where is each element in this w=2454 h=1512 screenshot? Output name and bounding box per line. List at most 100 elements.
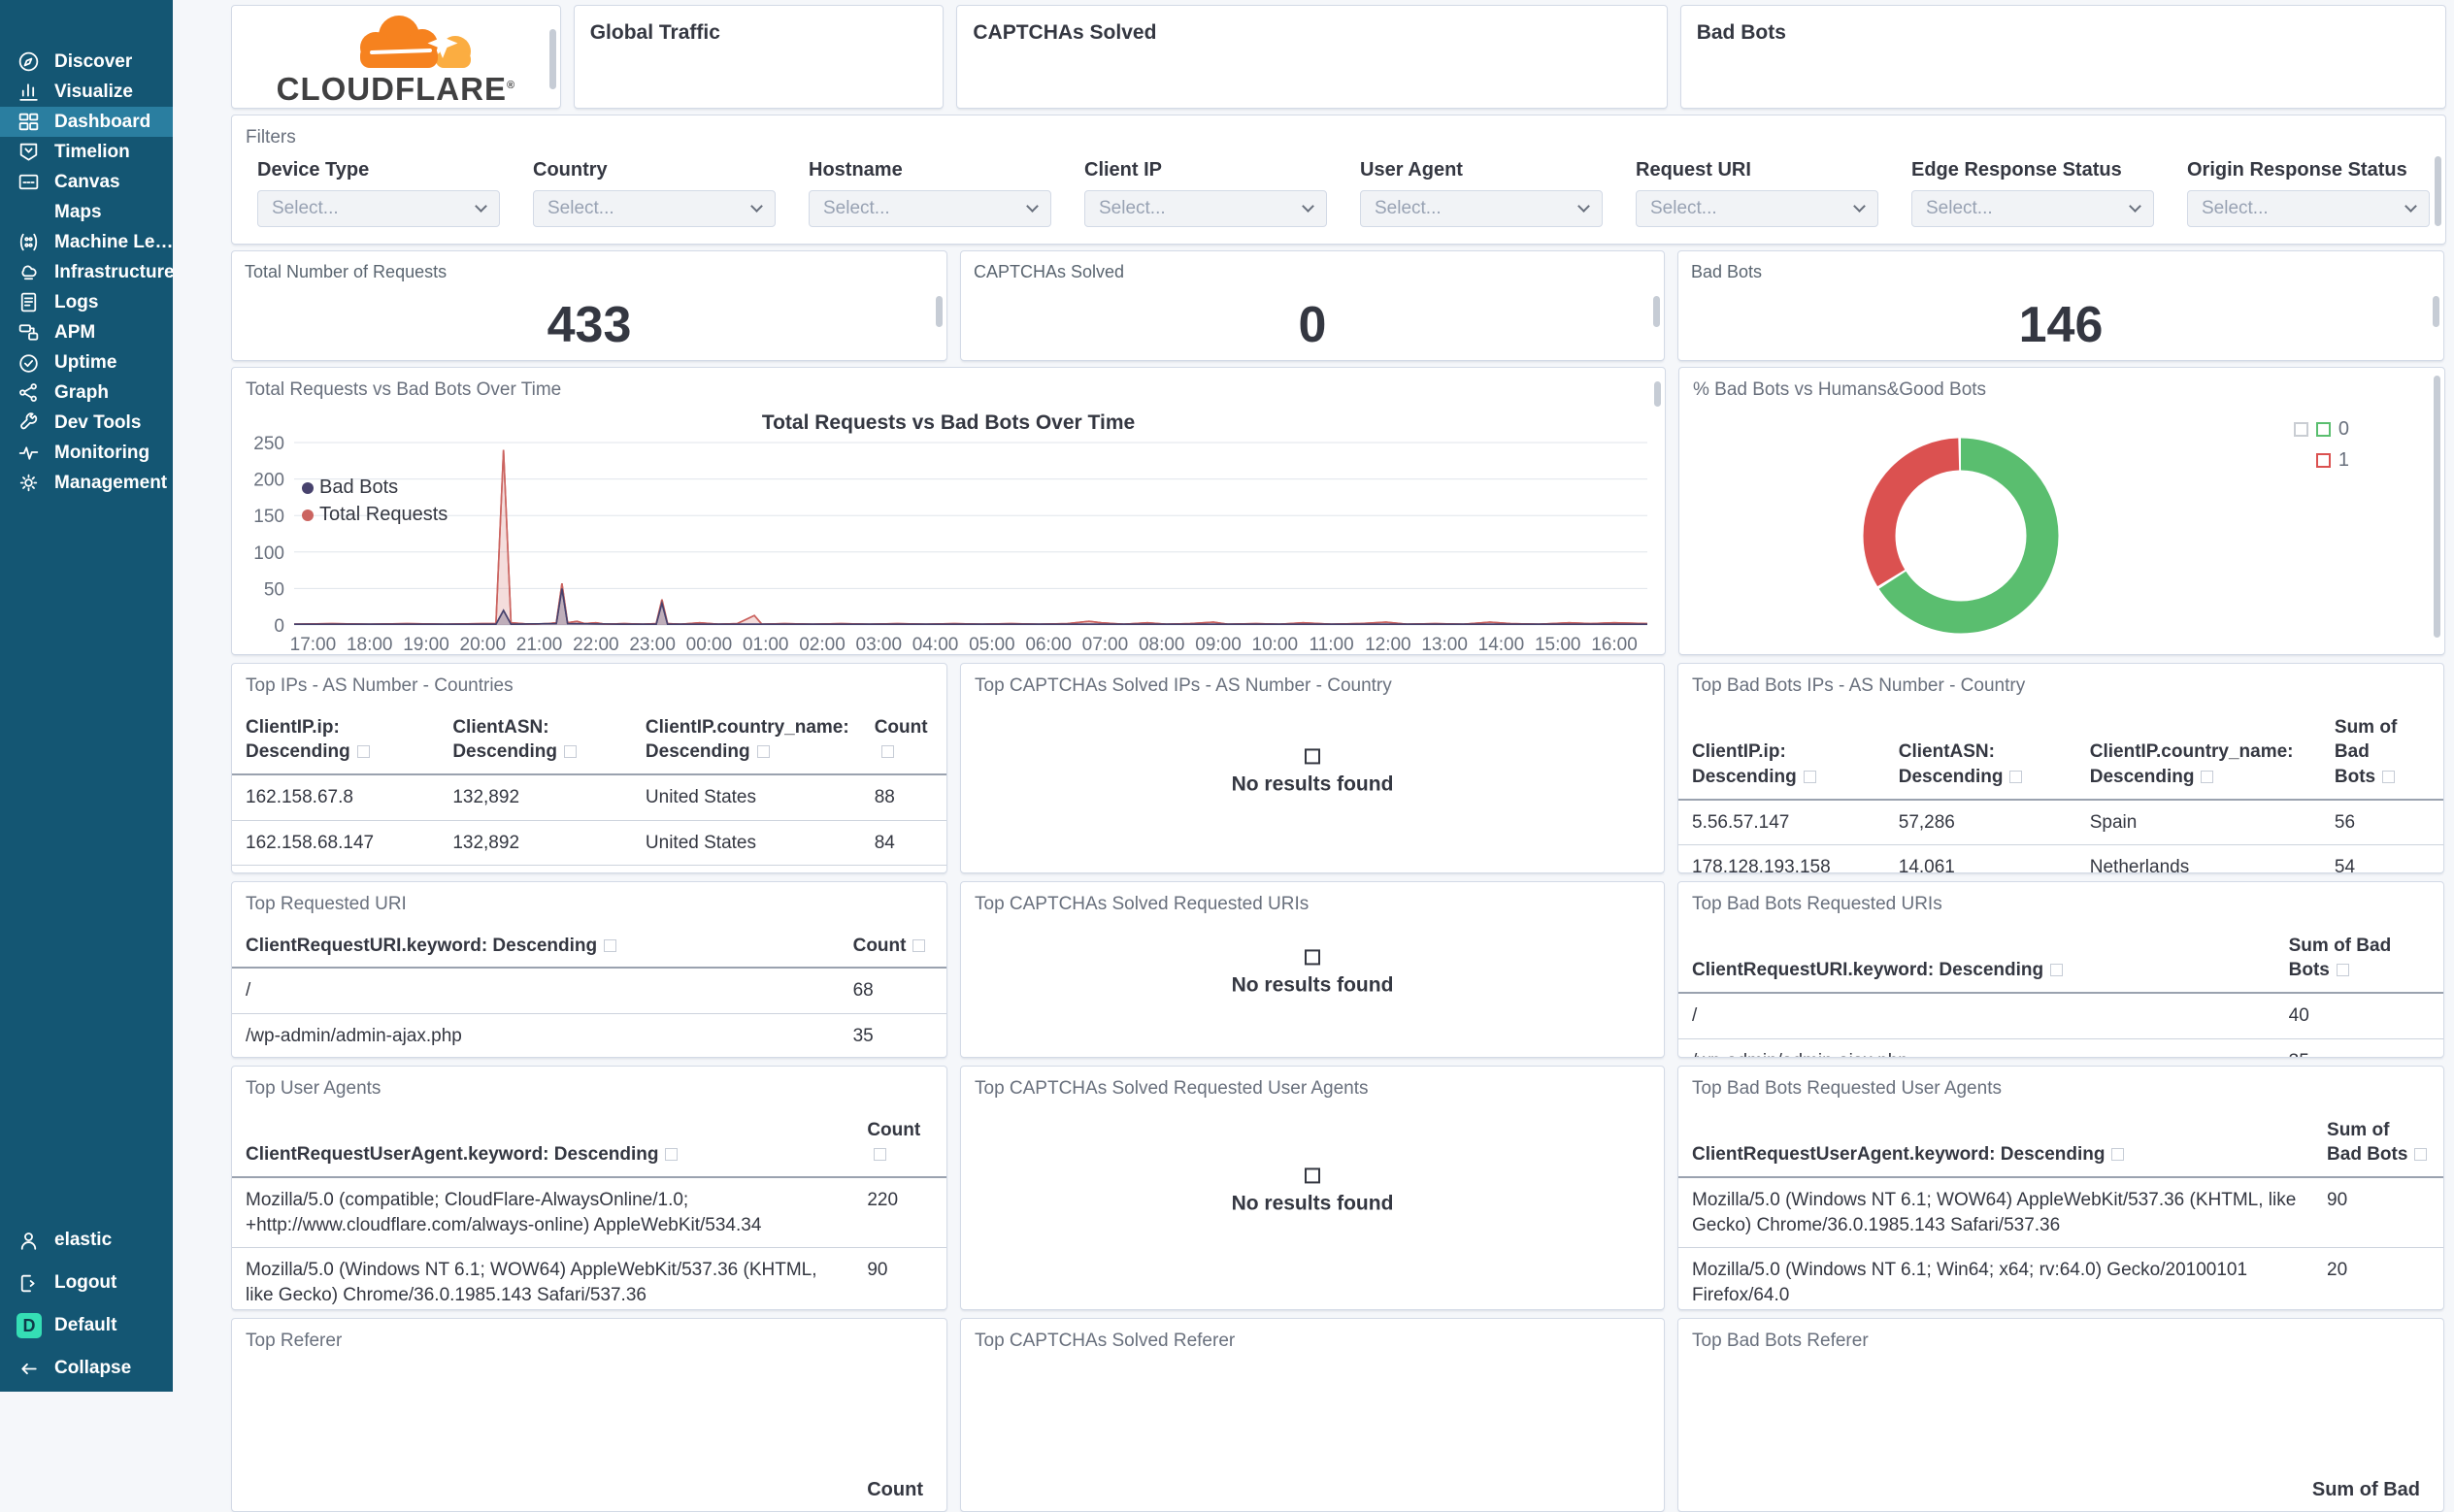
graph-icon [19,383,37,402]
column-header[interactable]: Count [853,1113,946,1179]
column-header[interactable]: ClientRequestURI.keyword: Descending [1678,929,2275,995]
scrollbar[interactable] [936,296,943,327]
metric-captchas-solved: CAPTCHAs Solved 0 [960,250,1665,361]
table-cell: / [232,968,840,1015]
column-header[interactable]: Count [839,929,946,970]
svg-text:07:00: 07:00 [1082,635,1129,655]
filter-client-ip-select[interactable]: Select... [1084,189,1327,227]
sidebar-item-dev-tools[interactable]: Dev Tools [0,408,173,438]
column-header[interactable]: ClientIP.country_name: Descending [2075,710,2321,801]
scrollbar[interactable] [2433,296,2439,327]
select-placeholder: Select... [1099,197,1166,218]
svg-text:17:00: 17:00 [290,635,337,655]
column-header[interactable]: ClientIP.ip: Descending [232,710,440,776]
legend-item[interactable]: Bad Bots [302,477,448,499]
legend-item[interactable]: Total Requests [302,504,448,526]
filter-device-type-select[interactable]: Select... [257,189,500,227]
column-header[interactable]: ClientRequestURI.keyword: Descending [232,929,840,970]
column-header[interactable]: ClientRequestUserAgent.keyword: Descendi… [1678,1113,2314,1179]
sidebar-item-infrastructure[interactable]: Infrastructure [0,257,173,287]
sidebar-item-dashboard[interactable]: Dashboard [0,107,173,137]
filter-group-hostname: Hostname Select... [809,159,1051,227]
sidebar-item-graph[interactable]: Graph [0,378,173,408]
sidebar-item-machine-le[interactable]: Machine Le… [0,227,173,257]
count-header[interactable]: Count [867,1479,923,1501]
sort-icon [2111,1148,2125,1162]
captchas-solved-header-panel: CAPTCHAs Solved [956,5,1668,109]
svg-text:16:00: 16:00 [1591,635,1638,655]
sidebar-item-management[interactable]: Management [0,468,173,498]
global-traffic-title: Global Traffic [589,21,720,44]
scrollbar[interactable] [548,29,556,89]
sum-header[interactable]: Sum of Bad [2312,1479,2420,1501]
cloudflare-logo: CLOUDFLARE® [232,6,560,108]
no-results-text: No results found [1231,973,1394,997]
svg-text:10:00: 10:00 [1252,635,1299,655]
scrollbar[interactable] [2434,376,2440,638]
sidebar-item-visualize[interactable]: Visualize [0,77,173,107]
sidebar-footer-item-default[interactable]: D Default [0,1304,173,1347]
column-header[interactable]: Sum of Bad Bots [2313,1113,2443,1179]
svg-text:150: 150 [253,507,284,527]
scrollbar[interactable] [1653,296,1660,327]
sidebar-footer-item-logout[interactable]: Logout [0,1262,173,1304]
sidebar-item-logs[interactable]: Logs [0,287,173,317]
donut-legend-item[interactable]: 1 [2294,449,2349,472]
sidebar-item-maps[interactable]: Maps [0,197,173,227]
column-header[interactable]: ClientRequestUserAgent.keyword: Descendi… [232,1113,854,1179]
filter-origin-response-status-select[interactable]: Select... [2187,189,2430,227]
metric-label: Total Number of Requests [245,262,448,281]
sidebar-item-uptime[interactable]: Uptime [0,347,173,378]
filter-edge-response-status-select[interactable]: Select... [1911,189,2154,227]
sidebar-item-discover[interactable]: Discover [0,47,173,77]
sidebar-item-label: Canvas [54,171,120,192]
column-header[interactable]: ClientASN: Descending [1884,710,2076,801]
sidebar-footer-item-elastic[interactable]: elastic [0,1219,173,1262]
chevron-down-icon [1577,200,1590,214]
filter-label: Hostname [809,158,903,181]
column-header[interactable]: Count [860,710,946,776]
sidebar-item-canvas[interactable]: Canvas [0,167,173,197]
filters-panel: Filters Device Type Select... Country Selec… [231,115,2446,245]
sort-icon [912,938,926,952]
line-chart[interactable]: 0 50 100 150 200 250 17:00 18:00 19:00 20:00 21:00… [232,434,1665,655]
select-placeholder: Select... [2202,197,2269,218]
column-header[interactable]: ClientIP.country_name: Descending [631,710,861,776]
table-cell: 178.128.193.158 [1678,844,1885,872]
table-cell: 132,892 [439,774,632,821]
table-cell: 220 [853,1177,946,1249]
table-cell: 57,286 [439,865,632,872]
filter-user-agent-select[interactable]: Select... [1360,189,1603,227]
table-row: /wp-admin/admin-ajax.php35 [1678,1038,2443,1057]
sidebar-footer-item-collapse[interactable]: Collapse [0,1347,173,1390]
donut-chart-panel: % Bad Bots vs Humans&Good Bots 01 [1678,367,2445,655]
filter-label: Country [533,158,608,181]
svg-text:05:00: 05:00 [969,635,1015,655]
sidebar-item-monitoring[interactable]: Monitoring [0,438,173,468]
sidebar-item-apm[interactable]: APM [0,317,173,347]
table-cell: /wp-admin/admin-ajax.php [1678,1038,2275,1057]
no-results: No results found [961,747,1664,796]
table-row: /68 [232,968,946,1015]
sidebar-item-label: Infrastructure [54,261,173,282]
column-header[interactable]: Sum of Bad Bots [2274,929,2443,995]
filter-country-select[interactable]: Select... [533,189,776,227]
filter-group-device-type: Device Type Select... [257,159,500,227]
filter-request-uri-select[interactable]: Select... [1636,189,1878,227]
table-row: Mozilla/5.0 (Windows NT 6.1; Win64; x64;… [1678,1247,2443,1309]
scrollbar[interactable] [1654,381,1661,407]
column-header[interactable]: Sum of Bad Bots [2320,710,2443,801]
sidebar-item-timelion[interactable]: Timelion [0,137,173,167]
line-chart-panel: Total Requests vs Bad Bots Over Time Tot… [231,367,1666,655]
table-cell: United States [631,774,861,821]
filter-hostname-select[interactable]: Select... [809,189,1051,227]
sidebar-item-label: Machine Le… [54,231,173,252]
select-placeholder: Select... [1375,197,1442,218]
column-header[interactable]: ClientIP.ip: Descending [1678,710,1885,801]
donut-legend-item[interactable]: 0 [2293,418,2349,441]
badbot-referer-panel: Top Bad Bots Referer Sum of Bad [1677,1318,2444,1512]
svg-text:15:00: 15:00 [1535,635,1581,655]
column-header[interactable]: ClientASN: Descending [439,710,632,776]
scrollbar[interactable] [2435,156,2441,226]
sort-icon [2201,771,2214,784]
